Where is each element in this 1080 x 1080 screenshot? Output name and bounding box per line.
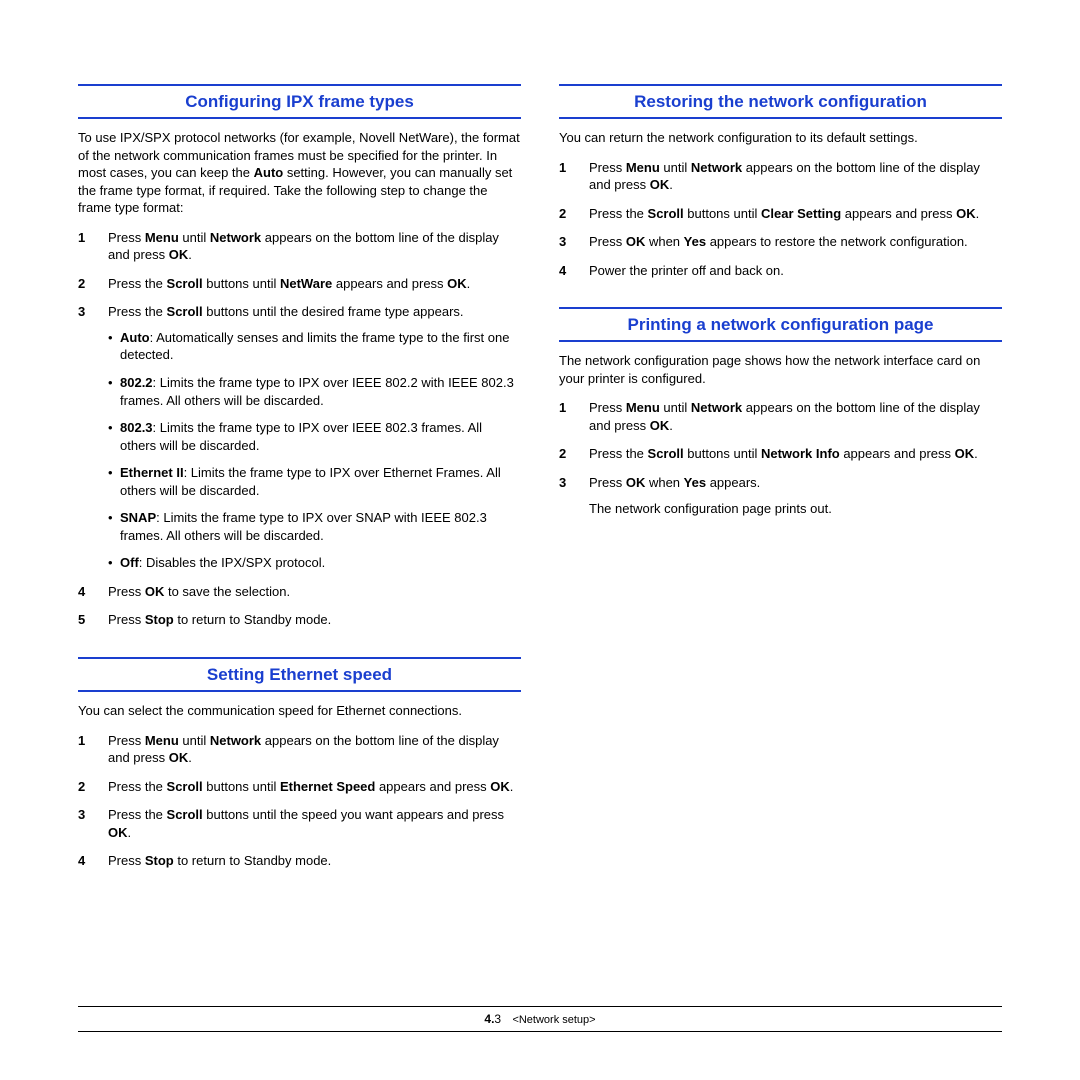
intro-ethernet: You can select the communication speed f…	[78, 702, 521, 720]
left-column: Configuring IPX frame types To use IPX/S…	[78, 84, 521, 898]
step: Press Stop to return to Standby mode.	[78, 611, 521, 629]
step: Press Menu until Network appears on the …	[78, 732, 521, 767]
page-columns: Configuring IPX frame types To use IPX/S…	[78, 84, 1002, 898]
steps-ipx: Press Menu until Network appears on the …	[78, 229, 521, 629]
list-item: Auto: Automatically senses and limits th…	[108, 329, 521, 364]
steps-print: Press Menu until Network appears on the …	[559, 399, 1002, 491]
footer-page: 3	[494, 1012, 501, 1026]
step: Press the Scroll buttons until Network I…	[559, 445, 1002, 463]
footer-chapter-name: <Network setup>	[512, 1014, 595, 1026]
heading-ipx: Configuring IPX frame types	[78, 84, 521, 119]
intro-ipx: To use IPX/SPX protocol networks (for ex…	[78, 129, 521, 217]
heading-print: Printing a network configuration page	[559, 307, 1002, 342]
step: Press the Scroll buttons until the speed…	[78, 806, 521, 841]
list-item: Ethernet II: Limits the frame type to IP…	[108, 464, 521, 499]
section-ethernet: Setting Ethernet speed You can select th…	[78, 657, 521, 870]
section-print: Printing a network configuration page Th…	[559, 307, 1002, 517]
step: Press OK to save the selection.	[78, 583, 521, 601]
step: Press the Scroll buttons until Ethernet …	[78, 778, 521, 796]
step: Press Menu until Network appears on the …	[78, 229, 521, 264]
list-item: 802.3: Limits the frame type to IPX over…	[108, 419, 521, 454]
step: Press Stop to return to Standby mode.	[78, 852, 521, 870]
right-column: Restoring the network configuration You …	[559, 84, 1002, 898]
intro-print: The network configuration page shows how…	[559, 352, 1002, 387]
step: Press the Scroll buttons until Clear Set…	[559, 205, 1002, 223]
section-ipx: Configuring IPX frame types To use IPX/S…	[78, 84, 521, 629]
list-item: 802.2: Limits the frame type to IPX over…	[108, 374, 521, 409]
frame-type-list: Auto: Automatically senses and limits th…	[108, 329, 521, 572]
intro-restore: You can return the network configuration…	[559, 129, 1002, 147]
page-footer: 4.3 <Network setup>	[78, 1006, 1002, 1032]
heading-ethernet: Setting Ethernet speed	[78, 657, 521, 692]
list-item: Off: Disables the IPX/SPX protocol.	[108, 554, 521, 572]
step: Press OK when Yes appears.	[559, 474, 1002, 492]
steps-ethernet: Press Menu until Network appears on the …	[78, 732, 521, 870]
heading-restore: Restoring the network configuration	[559, 84, 1002, 119]
footer-chapter: 4.	[484, 1012, 494, 1026]
section-restore: Restoring the network configuration You …	[559, 84, 1002, 279]
step: Power the printer off and back on.	[559, 262, 1002, 280]
step: Press the Scroll buttons until NetWare a…	[78, 275, 521, 293]
list-item: SNAP: Limits the frame type to IPX over …	[108, 509, 521, 544]
steps-restore: Press Menu until Network appears on the …	[559, 159, 1002, 280]
print-result-text: The network configuration page prints ou…	[559, 500, 1002, 518]
step: Press Menu until Network appears on the …	[559, 159, 1002, 194]
step: Press Menu until Network appears on the …	[559, 399, 1002, 434]
step: Press OK when Yes appears to restore the…	[559, 233, 1002, 251]
step: Press the Scroll buttons until the desir…	[78, 303, 521, 572]
